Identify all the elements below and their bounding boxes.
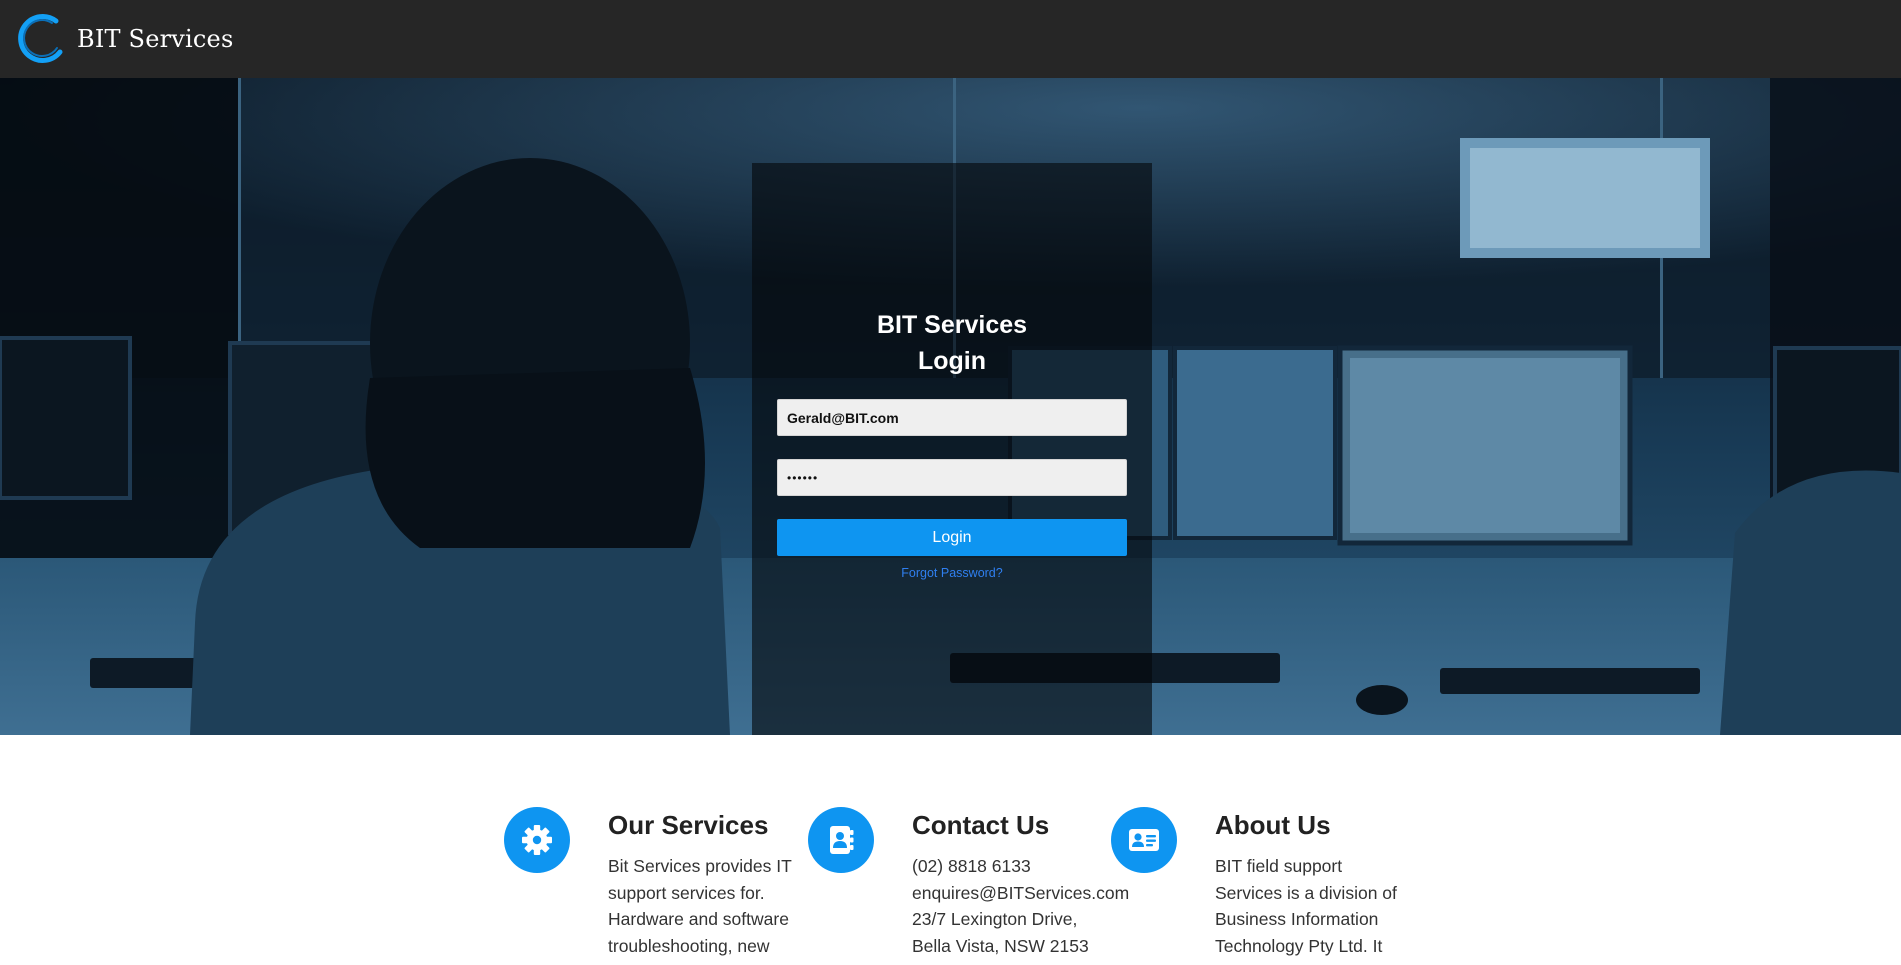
contact-phone: (02) 8818 6133: [912, 856, 1031, 876]
about-line: BIT field support: [1215, 856, 1343, 876]
hero-section: BIT Services Login Login Forgot Password…: [0, 78, 1901, 735]
forgot-password-link[interactable]: Forgot Password?: [752, 566, 1152, 580]
login-brand-title: BIT Services: [876, 311, 1028, 339]
info-section: Our Services Bit Services provides IT su…: [0, 735, 1901, 965]
address-book-icon: [808, 807, 874, 873]
contact-address-line: 23/7 Lexington Drive,: [912, 909, 1078, 929]
login-title: Login: [917, 347, 987, 375]
about-text: BIT field support Services is a division…: [1215, 853, 1415, 959]
services-line: troubleshooting, new: [608, 935, 770, 956]
about-line: Services is a division of: [1215, 882, 1397, 903]
services-heading: Our Services: [608, 810, 769, 840]
about-heading: About Us: [1215, 810, 1331, 840]
contact-heading: Contact Us: [912, 810, 1050, 840]
about-line: Technology Pty Ltd. It: [1215, 935, 1383, 956]
contact-address-line: Bella Vista, NSW 2153: [912, 935, 1089, 956]
about-line: Business Information: [1215, 909, 1379, 929]
brand-name: BIT Services: [77, 25, 234, 53]
login-button[interactable]: Login: [777, 519, 1127, 556]
top-navbar: BIT Services: [0, 0, 1901, 78]
brand-home-link[interactable]: BIT Services: [14, 12, 233, 66]
brand-logo-icon: [18, 14, 63, 63]
services-line: support services for.: [608, 882, 765, 903]
services-line: Hardware and software: [608, 909, 789, 929]
contact-email: enquires@BITServices.com: [912, 882, 1130, 903]
services-line: Bit Services provides IT: [608, 856, 792, 876]
contact-text: (02) 8818 6133 enquires@BITServices.com …: [912, 853, 1130, 959]
id-card-icon: [1111, 807, 1177, 873]
email-field[interactable]: [777, 399, 1127, 436]
gear-icon: [504, 807, 570, 873]
password-field[interactable]: [777, 459, 1127, 496]
login-panel: BIT Services Login Login Forgot Password…: [752, 163, 1152, 735]
services-text: Bit Services provides IT support service…: [608, 853, 808, 959]
